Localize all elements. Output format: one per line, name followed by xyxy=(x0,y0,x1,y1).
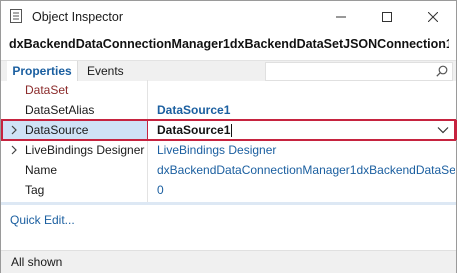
datasource-value: DataSource1 xyxy=(157,123,231,137)
property-row-dataset[interactable]: DataSet xyxy=(1,80,456,100)
object-inspector-icon xyxy=(10,9,22,23)
property-row-tag[interactable]: Tag 0 xyxy=(1,180,456,200)
splitter-bar[interactable] xyxy=(1,202,456,205)
expand-chevron-icon[interactable] xyxy=(10,145,18,155)
property-grid: DataSet DataSetAlias DataSource1 DataSou… xyxy=(1,80,457,200)
minimize-button[interactable] xyxy=(318,1,364,33)
maximize-icon xyxy=(382,12,392,22)
object-inspector-window: Object Inspector dxBackendDataConnection… xyxy=(0,0,457,273)
property-row-livebindings[interactable]: LiveBindings Designer LiveBindings Desig… xyxy=(1,140,456,160)
maximize-button[interactable] xyxy=(364,1,410,33)
close-button[interactable] xyxy=(410,1,456,33)
text-caret xyxy=(231,124,233,138)
status-text: All shown xyxy=(11,255,63,269)
property-value[interactable]: LiveBindings Designer xyxy=(157,140,455,160)
property-row-datasource[interactable]: DataSource DataSource1 xyxy=(1,120,457,140)
property-name: LiveBindings Designer xyxy=(25,143,145,157)
quick-edit-link[interactable]: Quick Edit... xyxy=(10,213,75,227)
search-icon xyxy=(436,65,448,77)
close-icon xyxy=(428,12,438,22)
property-row-datasetalias[interactable]: DataSetAlias DataSource1 xyxy=(1,100,456,120)
dropdown-chevron-icon[interactable] xyxy=(437,126,449,134)
minimize-icon xyxy=(336,16,346,18)
property-value[interactable] xyxy=(157,80,455,100)
property-name: DataSetAlias xyxy=(25,103,95,117)
search-input[interactable] xyxy=(265,62,453,81)
property-name: DataSet xyxy=(25,83,69,97)
title-bar[interactable]: Object Inspector xyxy=(1,1,456,33)
property-name: Tag xyxy=(25,183,45,197)
property-value[interactable]: 0 xyxy=(157,180,455,200)
datasource-editor[interactable]: DataSource1 xyxy=(147,120,457,140)
property-value[interactable]: DataSource1 xyxy=(157,100,455,120)
tab-properties[interactable]: Properties xyxy=(7,61,78,81)
status-bar: All shown xyxy=(1,250,456,273)
expand-chevron-icon[interactable] xyxy=(10,125,18,135)
component-selector[interactable]: dxBackendDataConnectionManager1dxBackend… xyxy=(9,37,449,55)
tabs-bar: Properties Events xyxy=(1,60,456,81)
property-value[interactable]: dxBackendDataConnectionManager1dxBackend… xyxy=(157,160,455,180)
property-name: DataSource xyxy=(25,123,89,137)
property-name: Name xyxy=(25,163,58,177)
tab-events[interactable]: Events xyxy=(87,61,124,81)
window-title: Object Inspector xyxy=(32,10,124,24)
property-row-name[interactable]: Name dxBackendDataConnectionManager1dxBa… xyxy=(1,160,456,180)
